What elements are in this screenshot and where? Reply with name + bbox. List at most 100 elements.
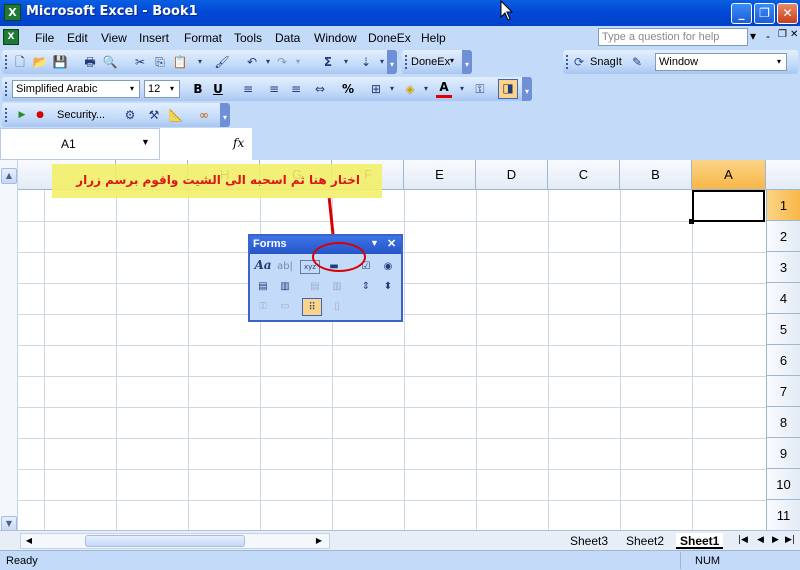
paste-dropdown-icon[interactable]: ▾ [192, 54, 208, 70]
row-header-9[interactable]: 9 [766, 438, 800, 469]
redo-icon[interactable]: ↷ [274, 54, 290, 70]
row-header-7[interactable]: 7 [766, 376, 800, 407]
merge-center-icon[interactable]: ⇔ [312, 81, 328, 97]
font-color-dropdown-icon[interactable]: ▾ [454, 81, 470, 97]
copy-icon[interactable]: ⎘ [152, 54, 168, 70]
toolbar-grip[interactable] [405, 55, 408, 69]
close-button[interactable]: ✕ [777, 3, 798, 24]
doc-minimize-button[interactable]: - [766, 29, 770, 43]
run-macro-icon[interactable]: ▶ [14, 107, 30, 123]
list-box-tool-icon[interactable]: ▤ [253, 278, 273, 296]
percent-button[interactable]: % [340, 81, 356, 97]
scroll-bar-tool-icon[interactable]: ⇕ [356, 278, 376, 296]
name-box-dropdown-icon[interactable]: ▼ [141, 137, 150, 147]
edit-code-icon[interactable]: ▭ [275, 298, 295, 316]
paste-icon[interactable]: 📋 [172, 54, 188, 70]
formula-input[interactable] [252, 128, 800, 160]
font-size-combo[interactable]: 12 ▾ [144, 80, 180, 98]
sheet-tab-3[interactable]: Sheet3 [566, 533, 612, 549]
forms-close-icon[interactable]: ✕ [387, 237, 396, 250]
snagit-button[interactable]: SnagIt [590, 56, 622, 68]
align-center-icon[interactable]: ≡ [266, 81, 282, 97]
scroll-right-icon[interactable]: ▶ [312, 534, 326, 548]
sort-filter-icon[interactable]: ⇣ [358, 54, 374, 70]
scroll-left-icon[interactable]: ◀ [22, 534, 36, 548]
row-header-2[interactable]: 2 [766, 221, 800, 252]
open-icon[interactable]: 📂 [32, 54, 48, 70]
window-combo-dropdown-icon[interactable]: ▾ [773, 55, 785, 69]
design-mode-icon[interactable]: 📐 [168, 107, 184, 123]
menu-help[interactable]: Help [421, 31, 446, 45]
autosum-dropdown-icon[interactable]: ▾ [338, 54, 354, 70]
control-properties-icon[interactable]: ⚿ [253, 298, 273, 316]
restore-button[interactable]: ❐ [754, 3, 775, 24]
menu-file[interactable]: File [35, 31, 54, 45]
toggle-grid-icon[interactable]: ⠿ [302, 298, 322, 316]
tab-next-icon[interactable]: ▶ [772, 535, 779, 545]
row-header-10[interactable]: 10 [766, 469, 800, 500]
link-icon[interactable]: ∞ [196, 107, 212, 123]
select-all-corner[interactable] [766, 160, 800, 190]
fill-dropdown-icon[interactable]: ▾ [418, 81, 434, 97]
row-header-4[interactable]: 4 [766, 283, 800, 314]
new-icon[interactable]: 🗋 [12, 54, 28, 70]
forms-toggle-icon[interactable]: ◨ [498, 79, 518, 99]
toolbar-options-icon[interactable]: ▾ [387, 50, 397, 74]
format-painter-icon[interactable]: 🖌 [214, 54, 230, 70]
doneex-dropdown-icon[interactable]: ▾ [450, 56, 454, 65]
borders-dropdown-icon[interactable]: ▾ [384, 81, 400, 97]
row-header-8[interactable]: 8 [766, 407, 800, 438]
control-toolbox-icon[interactable]: ⚒ [146, 107, 162, 123]
align-right-icon[interactable]: ≡ [288, 81, 304, 97]
security-cert-icon[interactable]: ⚿ [472, 81, 488, 97]
font-name-combo[interactable]: Simplified Arabic ▾ [12, 80, 140, 98]
toolbar-options-icon[interactable]: ▾ [522, 77, 532, 101]
font-color-icon[interactable]: A [436, 81, 452, 98]
excel-app-icon[interactable]: X [4, 4, 21, 21]
vertical-scrollbar[interactable]: ▲ ▼ [0, 160, 18, 532]
tab-first-icon[interactable]: |◀ [738, 535, 748, 545]
fill-color-icon[interactable]: ◈ [402, 81, 418, 97]
cut-icon[interactable]: ✂ [132, 54, 148, 70]
minimize-button[interactable]: _ [731, 3, 752, 24]
align-left-icon[interactable]: ≡ [240, 81, 256, 97]
doc-close-button[interactable]: ✕ [790, 29, 798, 40]
window-combo[interactable]: Window ▾ [655, 53, 787, 71]
worksheet-grid[interactable]: H G F E D C B A 1 2 3 4 5 6 7 8 9 10 11 [0, 160, 800, 530]
security-button[interactable]: Security... [57, 109, 105, 121]
borders-icon[interactable]: ⊞ [368, 81, 384, 97]
snagit-edit-icon[interactable]: ✎ [629, 54, 645, 70]
doneex-menu-button[interactable]: DoneEx [411, 56, 450, 68]
underline-button[interactable]: U [210, 81, 226, 97]
autosum-icon[interactable]: Σ [320, 54, 336, 70]
menu-insert[interactable]: Insert [139, 31, 169, 45]
print-preview-icon[interactable]: 🔍 [102, 54, 118, 70]
toolbar-options-icon[interactable]: ▾ [462, 50, 472, 74]
record-macro-icon[interactable]: ● [32, 107, 48, 123]
doc-restore-button[interactable]: ❐ [778, 29, 787, 40]
combo-box-tool-icon[interactable]: ▥ [275, 278, 295, 296]
save-icon[interactable]: 💾 [52, 54, 68, 70]
redo-dropdown-icon[interactable]: ▾ [290, 54, 306, 70]
row-header-5[interactable]: 5 [766, 314, 800, 345]
sheet-tab-2[interactable]: Sheet2 [622, 533, 668, 549]
row-header-11[interactable]: 11 [766, 500, 800, 530]
name-box[interactable]: A1 ▼ [0, 128, 160, 160]
forms-options-icon[interactable]: ▼ [370, 238, 379, 248]
row-header-1[interactable]: 1 [766, 190, 800, 221]
toolbar-grip[interactable] [5, 108, 8, 122]
menu-view[interactable]: View [101, 31, 127, 45]
option-button-tool-icon[interactable]: ◉ [378, 258, 398, 276]
ask-dropdown-icon[interactable]: ▾ [750, 29, 756, 43]
column-header-d[interactable]: D [476, 160, 548, 190]
spinner-tool-icon[interactable]: ⬍ [378, 278, 398, 296]
column-header-e[interactable]: E [404, 160, 476, 190]
row-header-3[interactable]: 3 [766, 252, 800, 283]
print-icon[interactable]: 🖶 [82, 54, 98, 70]
workbook-icon[interactable]: X [3, 29, 19, 45]
font-dropdown-icon[interactable]: ▾ [126, 82, 138, 96]
scroll-thumb[interactable] [85, 535, 245, 547]
bold-button[interactable]: B [190, 81, 206, 97]
undo-icon[interactable]: ↶ [244, 54, 260, 70]
active-cell-a1[interactable] [692, 190, 765, 222]
